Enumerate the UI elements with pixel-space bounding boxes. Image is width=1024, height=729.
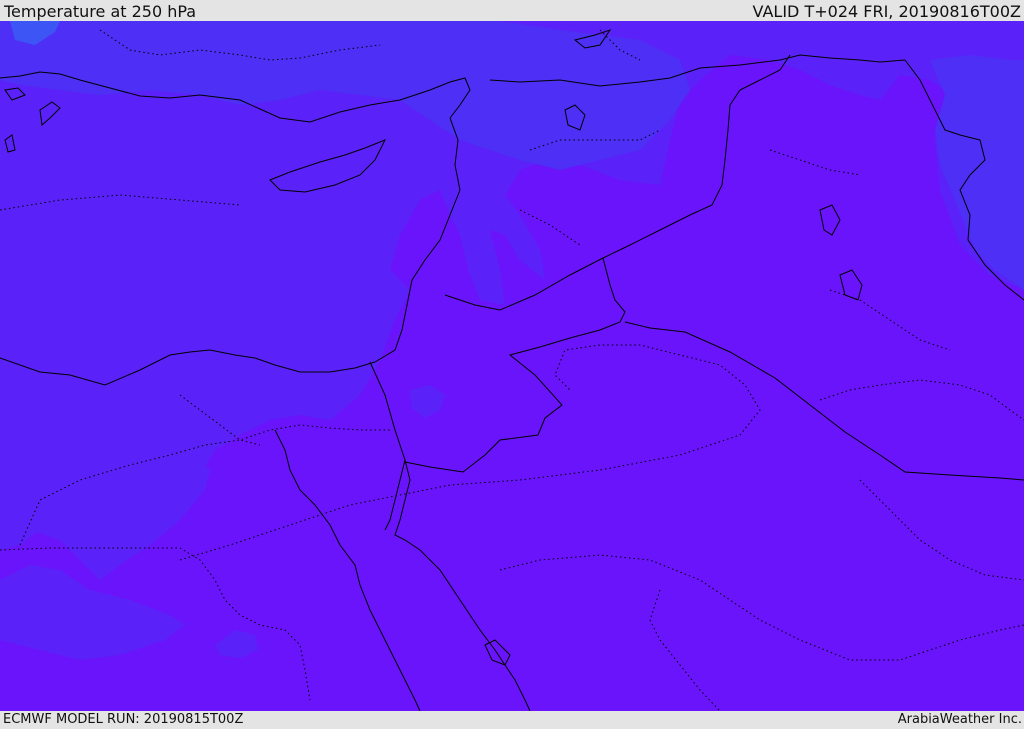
map-panel[interactable] [0, 21, 1024, 711]
temperature-map[interactable] [0, 21, 1024, 711]
header-bar: Temperature at 250 hPa VALID T+024 FRI, … [0, 0, 1024, 21]
footer-bar: ECMWF MODEL RUN: 20190815T00Z ArabiaWeat… [0, 711, 1024, 729]
model-run-label: ECMWF MODEL RUN: 20190815T00Z [3, 712, 244, 727]
credit-label: ArabiaWeather Inc. [897, 712, 1022, 727]
valid-time-label: VALID T+024 FRI, 20190816T00Z [752, 2, 1021, 21]
map-title: Temperature at 250 hPa [4, 2, 197, 21]
